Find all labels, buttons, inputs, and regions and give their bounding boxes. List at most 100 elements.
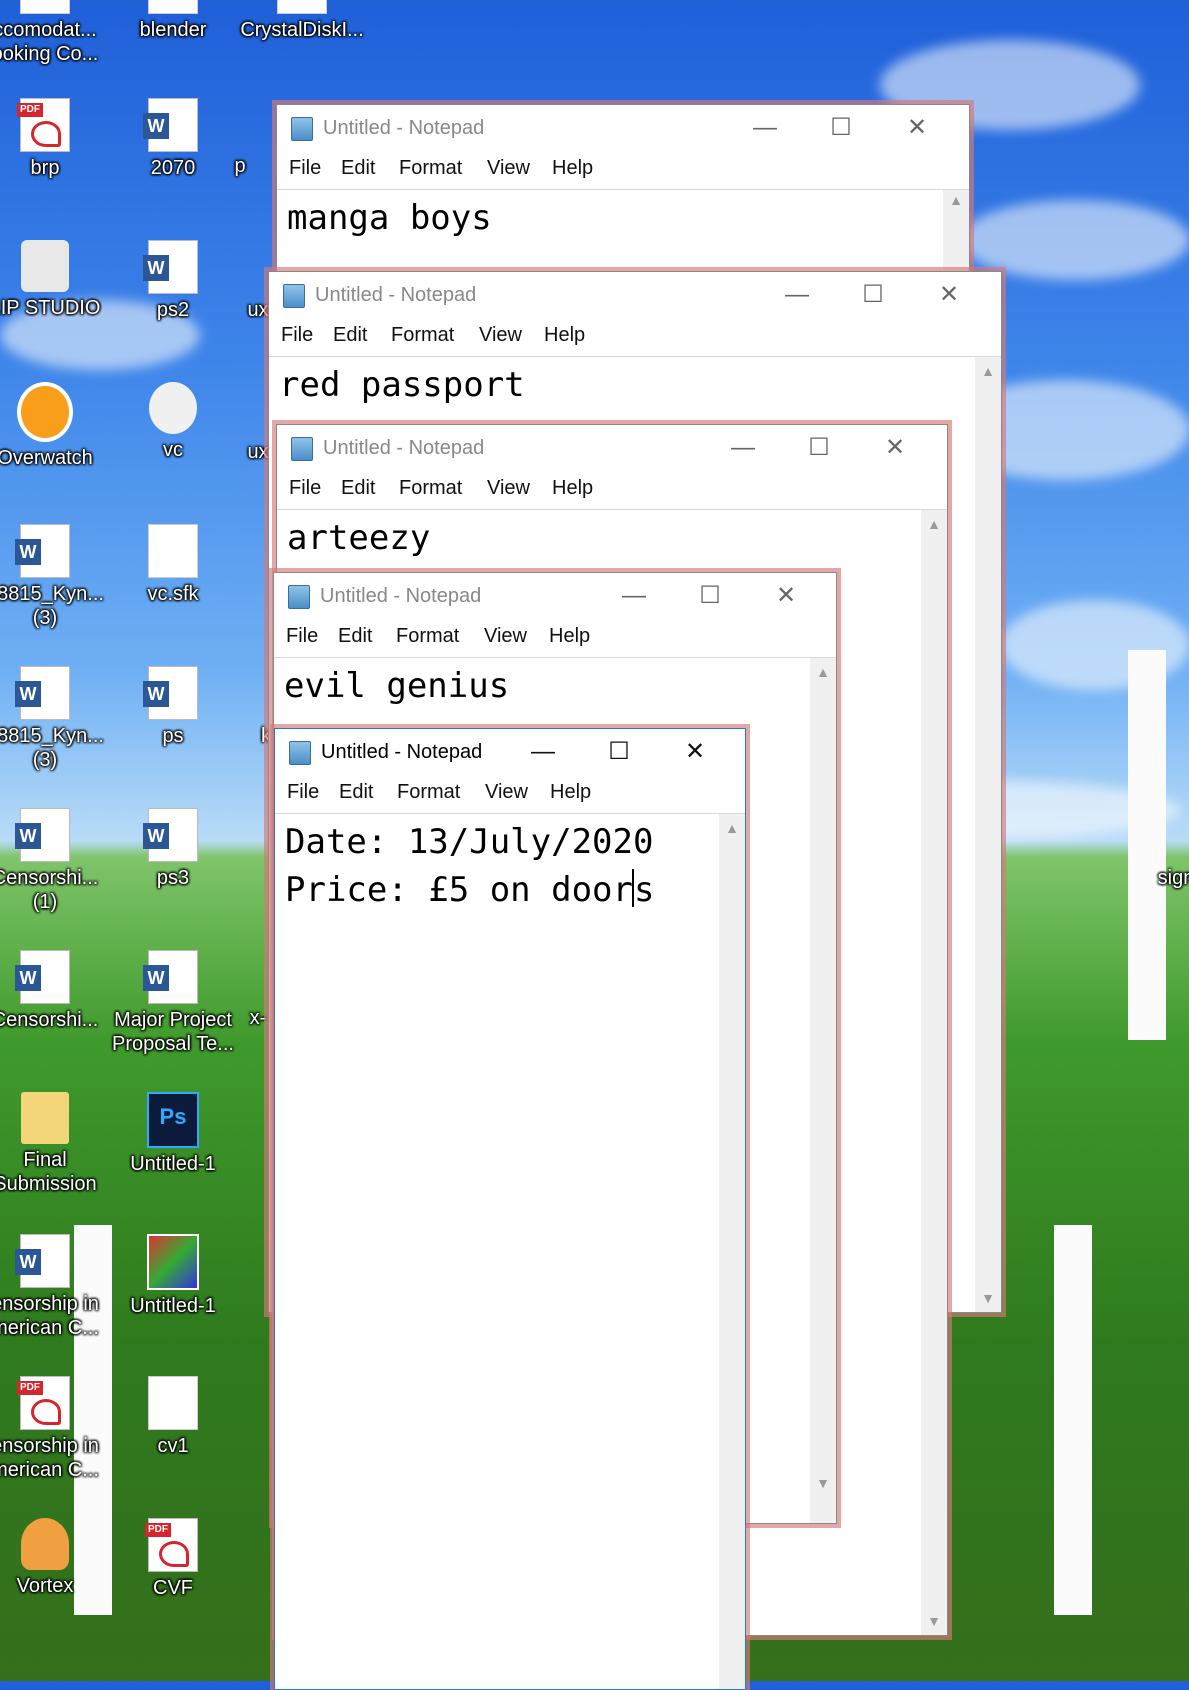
- desktop-icon-vortex[interactable]: Vortex: [0, 1518, 104, 1598]
- scroll-up-icon[interactable]: ▲: [921, 516, 947, 532]
- menu-help[interactable]: Help: [549, 625, 590, 648]
- desktop-icon-ps3[interactable]: ps3: [114, 808, 232, 890]
- icon-label: 2070: [150, 157, 196, 179]
- desktop-icon-overwatch[interactable]: Overwatch: [0, 382, 104, 470]
- menu-view[interactable]: View: [479, 324, 522, 347]
- text-area[interactable]: Date: 13/July/2020 Price: £5 on doors ▲: [275, 813, 745, 1689]
- partial-icon-label[interactable]: p: [200, 154, 280, 178]
- pdf-icon: [17, 1376, 70, 1430]
- menu-format[interactable]: Format: [391, 324, 454, 347]
- menu-view[interactable]: View: [484, 625, 527, 648]
- desktop-icon-ps2[interactable]: ps2: [114, 240, 232, 322]
- close-button[interactable]: ✕: [863, 431, 927, 465]
- desktop-icon-58815-b[interactable]: 58815_Kyn... (3): [0, 666, 104, 772]
- vertical-scrollbar[interactable]: ▲ ▼: [921, 510, 947, 1635]
- desktop-icon-censorship-american-pdf[interactable]: ensorship in merican C...: [0, 1376, 104, 1482]
- desktop-icon-58815-a[interactable]: 58815_Kyn... (3): [0, 524, 104, 630]
- menu-edit[interactable]: Edit: [341, 157, 375, 180]
- minimize-button[interactable]: —: [765, 278, 829, 312]
- title-bar[interactable]: Untitled - Notepad — ☐ ✕: [277, 105, 969, 151]
- vertical-scrollbar[interactable]: ▲: [719, 814, 745, 1689]
- menu-view[interactable]: View: [487, 157, 530, 180]
- maximize-button[interactable]: ☐: [587, 735, 651, 769]
- maximize-button[interactable]: ☐: [809, 111, 873, 145]
- title-bar[interactable]: Untitled - Notepad — ☐ ✕: [274, 573, 836, 619]
- notepad-window-active[interactable]: Untitled - Notepad — ☐ ✕ File Edit Forma…: [274, 728, 746, 1690]
- desktop-icon-blender[interactable]: blender: [114, 0, 232, 42]
- desktop-icon-ps[interactable]: ps: [114, 666, 232, 748]
- notepad-icon: [291, 437, 313, 461]
- menu-file[interactable]: File: [289, 477, 321, 500]
- menu-format[interactable]: Format: [397, 781, 460, 804]
- menu-help[interactable]: Help: [544, 324, 585, 347]
- title-bar[interactable]: Untitled - Notepad — ☐ ✕: [269, 272, 1001, 318]
- desktop-icon-censorship-2[interactable]: Censorshi...: [0, 950, 104, 1032]
- menu-format[interactable]: Format: [396, 625, 459, 648]
- icon-label: CrystalDiskI...: [240, 19, 364, 41]
- close-button[interactable]: ✕: [885, 111, 949, 145]
- scroll-down-icon[interactable]: ▼: [975, 1290, 1001, 1306]
- file-icon: [20, 0, 70, 14]
- menu-help[interactable]: Help: [552, 477, 593, 500]
- vertical-scrollbar[interactable]: ▲: [943, 190, 969, 275]
- scroll-down-icon[interactable]: ▼: [921, 1613, 947, 1629]
- desktop-icon-crystaldisk[interactable]: CrystalDiskI...: [236, 0, 368, 42]
- close-button[interactable]: ✕: [663, 735, 727, 769]
- desktop-icon-censorship-1[interactable]: Censorshi... (1): [0, 808, 104, 914]
- minimize-button[interactable]: —: [602, 579, 666, 613]
- close-button[interactable]: ✕: [917, 278, 981, 312]
- icon-label: Untitled-1: [130, 1153, 216, 1175]
- desktop-icon-major-project[interactable]: Major Project Proposal Te...: [108, 950, 238, 1056]
- scroll-up-icon[interactable]: ▲: [810, 664, 836, 680]
- menu-edit[interactable]: Edit: [333, 324, 367, 347]
- overwatch-icon: [17, 382, 73, 442]
- desktop-icon-clip-studio[interactable]: LIP STUDIO: [0, 240, 104, 320]
- menu-file[interactable]: File: [286, 625, 318, 648]
- menu-edit[interactable]: Edit: [338, 625, 372, 648]
- desktop-icon-censorship-american-doc[interactable]: ensorship in merican C...: [0, 1234, 104, 1340]
- menu-file[interactable]: File: [287, 781, 319, 804]
- minimize-button[interactable]: —: [733, 111, 797, 145]
- scroll-up-icon[interactable]: ▲: [943, 192, 969, 208]
- note-text: manga boys: [287, 198, 492, 238]
- desktop-icon-final-submission[interactable]: Final Submission: [0, 1092, 104, 1196]
- maximize-button[interactable]: ☐: [787, 431, 851, 465]
- menu-help[interactable]: Help: [550, 781, 591, 804]
- desktop-icon-cv1[interactable]: cv1: [114, 1376, 232, 1458]
- vertical-scrollbar[interactable]: ▲ ▼: [810, 658, 836, 1523]
- maximize-button[interactable]: ☐: [678, 579, 742, 613]
- vertical-scrollbar[interactable]: ▲ ▼: [975, 357, 1001, 1312]
- menu-file[interactable]: File: [289, 157, 321, 180]
- word-doc-icon: [143, 240, 198, 294]
- menu-format[interactable]: Format: [399, 157, 462, 180]
- icon-label: 58815_Kyn... (3): [0, 725, 104, 771]
- title-bar[interactable]: Untitled - Notepad — ☐ ✕: [275, 729, 745, 775]
- menu-view[interactable]: View: [487, 477, 530, 500]
- desktop-icon-cvf[interactable]: CVF: [114, 1518, 232, 1600]
- menu-format[interactable]: Format: [399, 477, 462, 500]
- text-area[interactable]: manga boys ▲: [277, 189, 969, 275]
- menu-edit[interactable]: Edit: [339, 781, 373, 804]
- desktop-icon-brp[interactable]: brp: [0, 98, 104, 180]
- scroll-down-icon[interactable]: ▼: [810, 1475, 836, 1491]
- minimize-button[interactable]: —: [511, 735, 575, 769]
- icon-label: 58815_Kyn... (3): [0, 583, 104, 629]
- menu-file[interactable]: File: [281, 324, 313, 347]
- scroll-up-icon[interactable]: ▲: [719, 820, 745, 836]
- close-button[interactable]: ✕: [754, 579, 818, 613]
- title-bar[interactable]: Untitled - Notepad — ☐ ✕: [277, 425, 947, 471]
- menu-help[interactable]: Help: [552, 157, 593, 180]
- scroll-up-icon[interactable]: ▲: [975, 363, 1001, 379]
- desktop-icon-untitled-ps[interactable]: Untitled-1: [114, 1092, 232, 1176]
- minimize-button[interactable]: —: [711, 431, 775, 465]
- partial-icon-label[interactable]: sign: [1136, 866, 1189, 890]
- desktop-icon-vc[interactable]: vc: [114, 382, 232, 462]
- menu-edit[interactable]: Edit: [341, 477, 375, 500]
- desktop-icon-vc-sfk[interactable]: vc.sfk: [114, 524, 232, 606]
- window-title: Untitled - Notepad: [323, 117, 485, 139]
- desktop-icon-untitled-img[interactable]: Untitled-1: [114, 1234, 232, 1318]
- menu-view[interactable]: View: [485, 781, 528, 804]
- notepad-window-1[interactable]: Untitled - Notepad — ☐ ✕ File Edit Forma…: [276, 104, 970, 276]
- maximize-button[interactable]: ☐: [841, 278, 905, 312]
- desktop-icon-accomodation[interactable]: ccomodat... ooking Co...: [0, 0, 104, 66]
